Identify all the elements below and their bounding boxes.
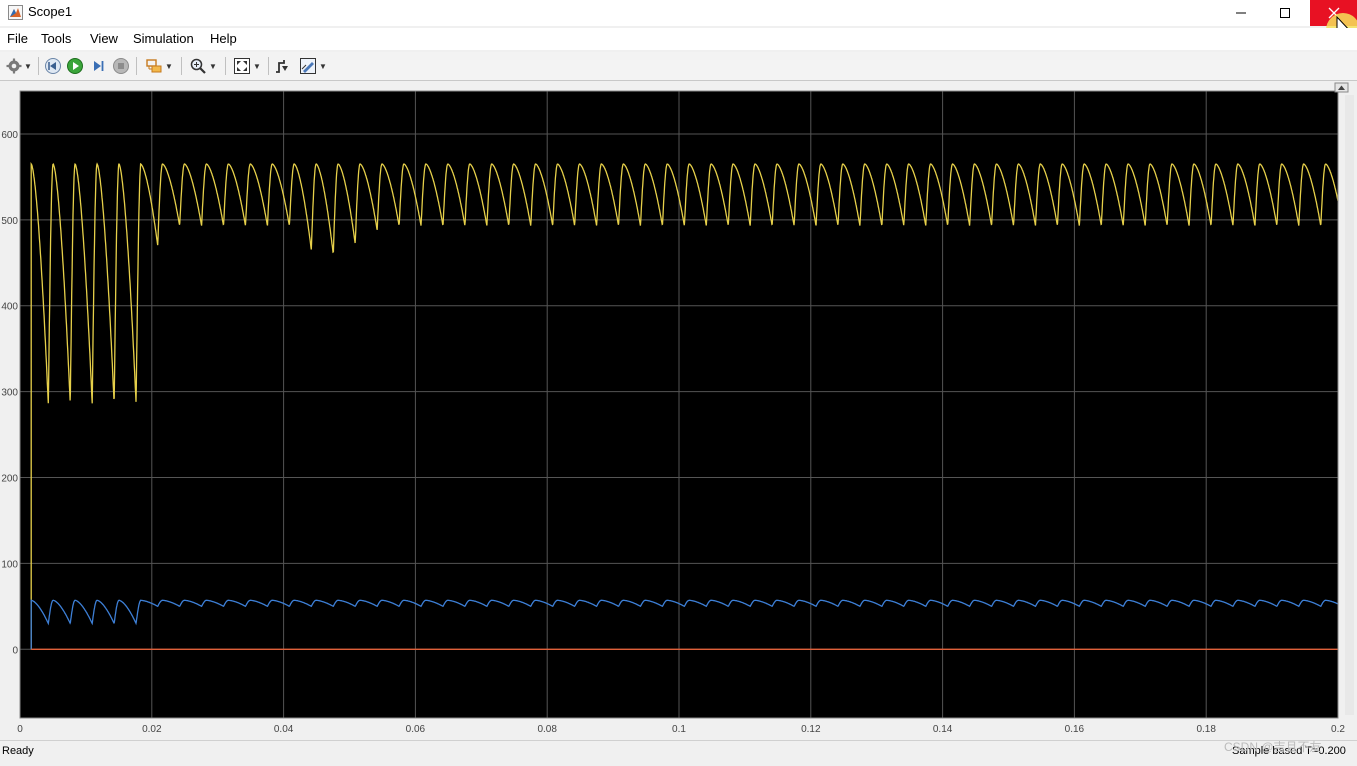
status-ready: Ready bbox=[2, 745, 34, 757]
x-tick-label: 0.04 bbox=[274, 724, 294, 735]
toolbar-separator bbox=[136, 57, 137, 75]
minimize-icon bbox=[1236, 12, 1246, 14]
scope-window: Scope1 File Tools View Simulation Help ▼… bbox=[0, 0, 1357, 766]
scope-plot-area[interactable]: 0 0.02 0.04 0.06 0.08 0.1 0.12 0.14 0.16 0.18 0.2 0… bbox=[0, 81, 1357, 739]
stop-icon bbox=[113, 58, 129, 74]
gear-icon bbox=[6, 58, 22, 74]
stop-button[interactable] bbox=[111, 56, 131, 76]
toolbar-separator bbox=[225, 57, 226, 75]
watermark-text: CSDN @吉且不友 bbox=[1224, 740, 1322, 754]
x-tick-label: 0.02 bbox=[142, 724, 162, 735]
fit-to-view-button[interactable]: ▼ bbox=[230, 56, 264, 76]
run-button[interactable] bbox=[65, 56, 85, 76]
minimize-button[interactable] bbox=[1219, 0, 1263, 26]
dropdown-arrow-icon: ▼ bbox=[319, 61, 327, 71]
maximize-button[interactable] bbox=[1263, 0, 1307, 26]
x-tick-label: 0.08 bbox=[537, 724, 557, 735]
highlight-icon bbox=[146, 59, 162, 73]
zoom-icon bbox=[190, 58, 206, 74]
expand-axes-button[interactable] bbox=[1334, 82, 1349, 93]
toolbar-separator bbox=[181, 57, 182, 75]
dropdown-arrow-icon: ▼ bbox=[253, 61, 261, 71]
step-forward-icon bbox=[94, 61, 104, 71]
menu-tools[interactable]: Tools bbox=[41, 31, 71, 46]
menu-file[interactable]: File bbox=[7, 31, 28, 46]
x-tick-label: 0 bbox=[17, 724, 23, 735]
x-tick-label: 0.18 bbox=[1196, 724, 1216, 735]
dropdown-arrow-icon: ▼ bbox=[209, 61, 217, 71]
menu-help[interactable]: Help bbox=[210, 31, 237, 46]
style-icon bbox=[300, 58, 317, 74]
y-tick-label: 600 bbox=[1, 130, 18, 141]
x-tick-label: 0.06 bbox=[406, 724, 426, 735]
configuration-button[interactable]: ▼ bbox=[3, 56, 35, 76]
run-icon bbox=[67, 58, 83, 74]
x-tick-label: 0.14 bbox=[933, 724, 953, 735]
y-tick-label: 400 bbox=[1, 302, 18, 313]
x-tick-label: 0.16 bbox=[1065, 724, 1085, 735]
trigger-icon bbox=[276, 60, 288, 73]
window-title: Scope1 bbox=[28, 4, 73, 19]
triggers-button[interactable] bbox=[272, 56, 292, 76]
matlab-scope-icon bbox=[8, 5, 23, 20]
status-bar: Ready Sample based T=0.200 bbox=[0, 740, 1357, 766]
toolbar: ▼ ▼ ▼ ▼ ▼ bbox=[0, 52, 1357, 81]
x-tick-label: 0.12 bbox=[801, 724, 821, 735]
dropdown-arrow-icon: ▼ bbox=[24, 61, 32, 71]
step-forward-button[interactable] bbox=[88, 56, 108, 76]
zoom-button[interactable]: ▼ bbox=[186, 56, 220, 76]
fit-to-view-icon bbox=[234, 58, 251, 74]
style-button[interactable]: ▼ bbox=[296, 56, 330, 76]
plot-scrollbar[interactable] bbox=[1345, 95, 1354, 715]
y-tick-label: 500 bbox=[1, 216, 18, 227]
highlight-simulink-block-button[interactable]: ▼ bbox=[142, 56, 176, 76]
toolbar-separator bbox=[38, 57, 39, 75]
x-tick-label: 0.1 bbox=[672, 724, 686, 735]
y-tick-label: 200 bbox=[1, 474, 18, 485]
menu-simulation[interactable]: Simulation bbox=[133, 31, 194, 46]
scope-plot[interactable]: 0 0.02 0.04 0.06 0.08 0.1 0.12 0.14 0.16 0.18 0.2 0… bbox=[0, 81, 1357, 739]
toolbar-separator bbox=[268, 57, 269, 75]
y-tick-label: 0 bbox=[12, 645, 18, 656]
title-bar: Scope1 bbox=[0, 0, 1357, 47]
y-tick-label: 300 bbox=[1, 388, 18, 399]
menu-bar: File Tools View Simulation Help bbox=[0, 28, 1357, 50]
step-back-button[interactable] bbox=[43, 56, 63, 76]
dropdown-arrow-icon: ▼ bbox=[165, 61, 173, 71]
x-tick-label: 0.2 bbox=[1331, 724, 1345, 735]
menu-view[interactable]: View bbox=[90, 31, 118, 46]
maximize-icon bbox=[1280, 8, 1290, 18]
y-tick-label: 100 bbox=[1, 559, 18, 570]
step-back-icon bbox=[45, 58, 61, 74]
